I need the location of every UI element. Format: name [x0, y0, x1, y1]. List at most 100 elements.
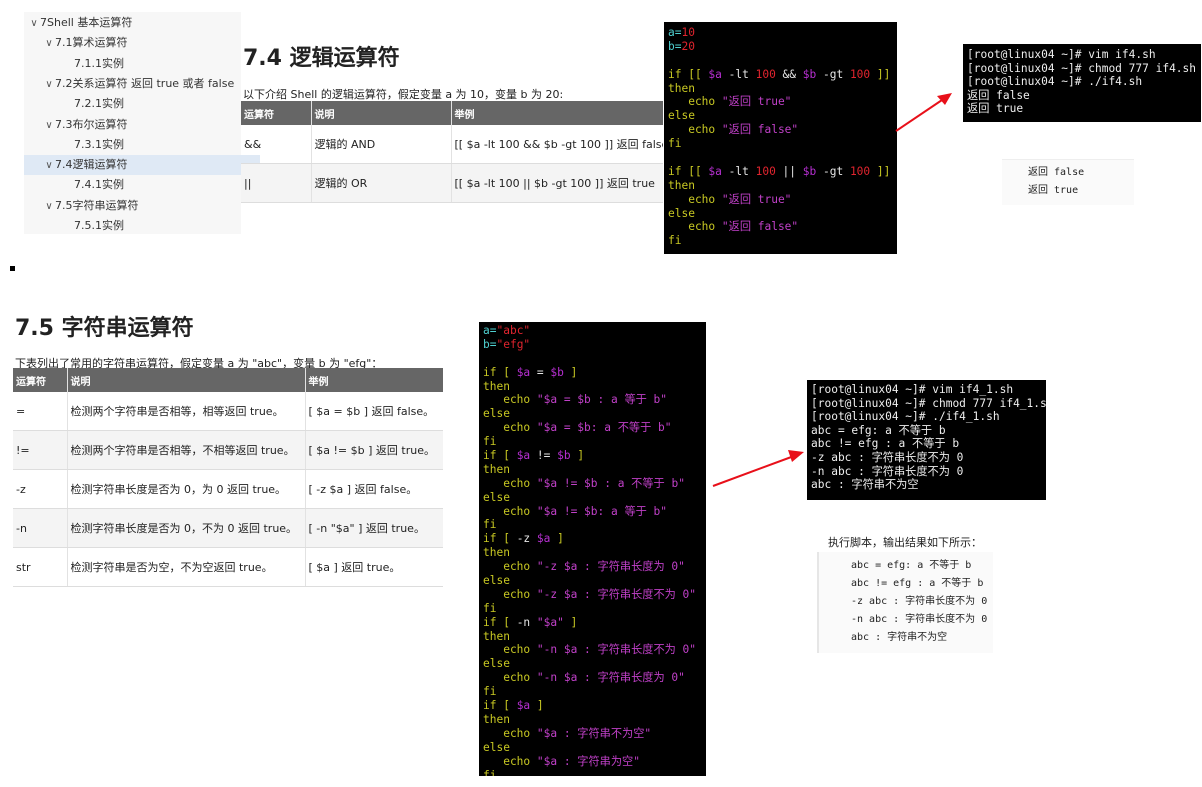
code-token: echo: [483, 726, 537, 740]
chevron-down-icon[interactable]: ∨: [43, 75, 55, 95]
code-token: then: [483, 379, 510, 393]
code-token: else: [483, 574, 510, 588]
code-token: ]: [563, 365, 578, 379]
table-of-contents: ∨ 7Shell 基本运算符 ∨ 7.1算术运算符 7.1.1实例 ∨ 7.2关系运算符 返…: [24, 12, 260, 234]
table-cell: [[ $a -lt 100 && $b -gt 100 ]] 返回 false: [450, 125, 663, 164]
output-line: abc != efg : a 不等于 b: [851, 578, 984, 589]
code-token: fi: [483, 518, 497, 532]
code-line: echo "-n $a : 字符串长度为 0": [483, 671, 702, 685]
code-token: "$a = $b : a 等于 b": [536, 393, 668, 407]
output-line: 返回 false: [1028, 167, 1085, 178]
code-line: echo "$a : 字符串不为空": [483, 727, 702, 741]
chevron-down-icon[interactable]: ∨: [43, 34, 55, 54]
toc-item[interactable]: ∨ 7Shell 基本运算符: [24, 13, 245, 33]
code-token: $b: [557, 449, 571, 463]
code-token: "-z $a : 字符串长度为 0": [536, 560, 685, 574]
code-line: fi: [668, 137, 893, 151]
code-line: else: [483, 491, 702, 505]
output-line: [root@linux04 ~]# chmod 777 if4.sh: [967, 61, 1197, 75]
code-token: if [[: [668, 67, 709, 81]
code-token: "abc": [496, 324, 531, 337]
code-token: !=: [530, 449, 558, 463]
chevron-down-icon[interactable]: ∨: [43, 116, 55, 136]
code-editor-logic: a=10 b=20 if [[ $a -lt 100 && $b -gt 100 ]…: [664, 22, 897, 254]
code-line: if [ -z $a ]: [483, 532, 702, 546]
code-token: 20: [681, 39, 695, 53]
terminal-output-string: [root@linux04 ~]# vim if4_1.sh [root@linu…: [807, 380, 1046, 500]
code-line: echo "$a != $b : a 不等于 b": [483, 477, 702, 491]
code-token: "返回 false": [721, 123, 799, 137]
table-cell: [ $a = $b ] 返回 false。: [304, 392, 443, 431]
code-token: echo: [483, 587, 537, 601]
code-line: if [ $a = $b ]: [483, 366, 702, 380]
code-line: if [ -n "$a" ]: [483, 616, 702, 630]
code-token: 100: [755, 67, 776, 81]
code-token: $a: [536, 532, 551, 546]
table-cell: [ -n "$a" ] 返回 true。: [304, 508, 443, 548]
code-token: ]: [530, 699, 544, 713]
code-token: if [: [483, 365, 517, 379]
code-token: "$a": [536, 615, 564, 629]
code-token: "$a != $b: a 等于 b": [536, 504, 668, 518]
chevron-down-icon[interactable]: ∨: [43, 156, 55, 176]
table-cell: 逻辑的 AND: [310, 125, 451, 164]
table-row: != 检测两个字符串是否相等，不相等返回 true。[ $a != $b ] 返回…: [13, 430, 443, 470]
code-token: -lt: [721, 164, 756, 178]
toc-item-label: 7.3.1实例: [74, 137, 124, 151]
toc-item[interactable]: ∨ 7.3布尔运算符: [24, 115, 260, 135]
output-line: -n abc : 字符串长度不为 0: [811, 464, 964, 478]
result-caption: 执行脚本，输出结果如下所示：: [828, 536, 982, 549]
toc-item[interactable]: ∨ 7.4逻辑运算符: [24, 155, 260, 176]
toc-item[interactable]: ∨ 7.1算术运算符: [24, 33, 260, 53]
toc-item[interactable]: ∨ 7.2关系运算符 返回 true 或者 false: [24, 74, 260, 94]
code-token: "返回 false": [721, 220, 799, 234]
code-line: then: [483, 713, 702, 727]
toc-item[interactable]: 7.5.1实例: [24, 216, 291, 236]
code-token: -gt: [816, 67, 850, 81]
code-token: then: [483, 629, 510, 643]
code-token: $a: [516, 365, 531, 379]
output-line: 返回 false: [967, 88, 1030, 102]
output-line: [root@linux04 ~]# ./if4.sh: [967, 75, 1143, 89]
column-header: 说明: [66, 368, 305, 392]
code-token: then: [668, 81, 695, 95]
string-operator-table: 运算符 说明 举例 = 检测两个字符串是否相等，相等返回 true。[ $a = $b…: [13, 368, 443, 587]
code-token: else: [668, 109, 695, 123]
code-line: echo "$a = $b: a 不等于 b": [483, 421, 702, 435]
table-cell: 检测字符串长度是否为 0，不为 0 返回 true。: [66, 508, 305, 548]
code-token: "$a = $b: a 不等于 b": [536, 421, 672, 435]
code-token: ]: [550, 532, 564, 546]
code-token: echo: [483, 393, 537, 407]
chevron-down-icon[interactable]: ∨: [43, 197, 55, 217]
code-token: "$a != $b : a 不等于 b": [536, 476, 685, 490]
code-token: fi: [483, 685, 497, 699]
code-token: ]]: [870, 164, 891, 178]
bullet-marker: [10, 266, 15, 271]
table-cell: ||: [241, 163, 311, 203]
code-token: fi: [483, 601, 497, 615]
output-line: abc != efg : a 不等于 b: [811, 437, 960, 451]
code-token: echo: [483, 560, 537, 574]
code-line: echo "-n $a : 字符串长度不为 0": [483, 643, 702, 657]
code-token: echo: [483, 643, 537, 657]
code-line: echo "$a = $b : a 等于 b": [483, 393, 702, 407]
code-token: echo: [668, 220, 722, 234]
toc-item[interactable]: ∨ 7.5字符串运算符: [24, 196, 260, 216]
column-header: 运算符: [13, 368, 67, 392]
code-token: "返回 true": [721, 192, 792, 206]
table-row: -n 检测字符串长度是否为 0，不为 0 返回 true。[ -n "$a" ] …: [13, 508, 443, 548]
code-token: b=: [668, 39, 682, 53]
table-cell: 检测两个字符串是否相等，相等返回 true。: [66, 392, 305, 431]
code-token: 100: [849, 67, 871, 81]
result-box-logic: 返回 false 返回 true: [1002, 159, 1134, 205]
code-token: =: [530, 365, 551, 379]
chevron-down-icon[interactable]: ∨: [28, 14, 40, 34]
code-token: $b: [802, 67, 817, 81]
table-cell: &&: [241, 125, 311, 164]
table-cell: 检测字符串是否为空，不为空返回 true。: [66, 547, 305, 587]
output-line: [root@linux04 ~]# chmod 777 if4_1.sh: [811, 396, 1046, 410]
code-line: then: [483, 380, 702, 394]
table-cell: =: [13, 392, 67, 431]
